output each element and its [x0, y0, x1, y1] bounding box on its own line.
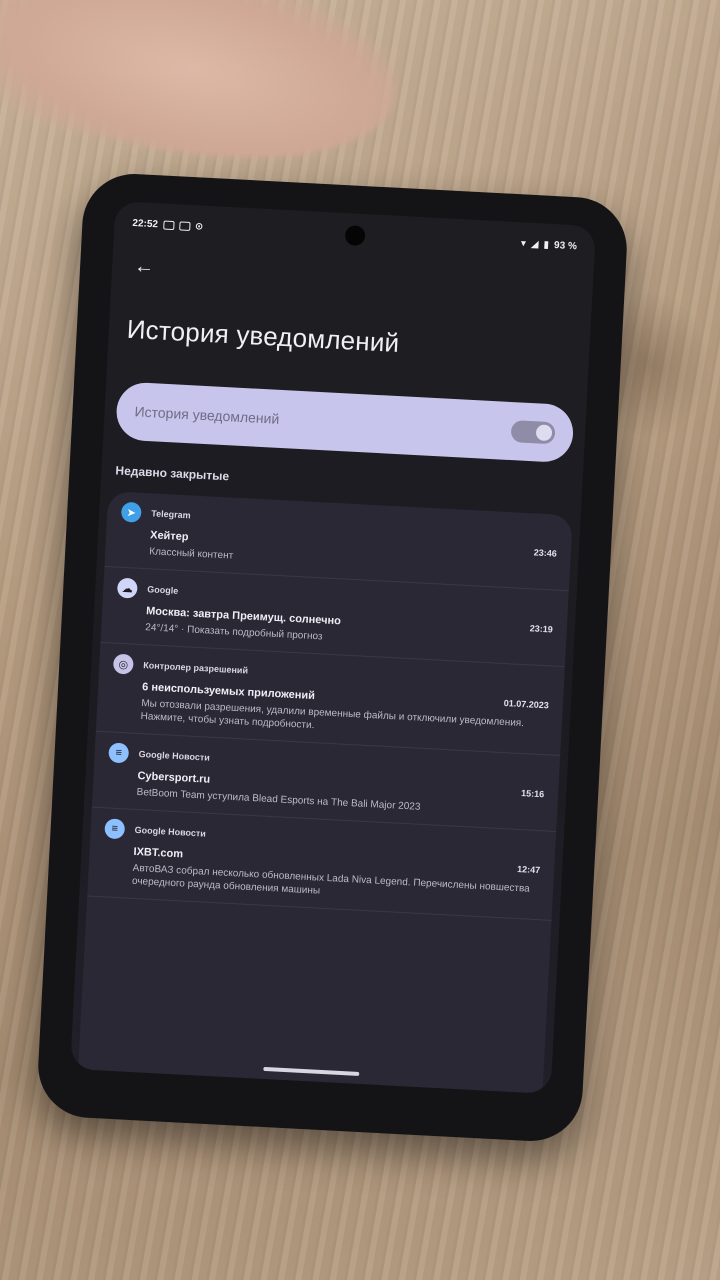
telegram-icon: ➤: [120, 501, 142, 523]
status-right: ▾ ◢ ▮ 93 %: [521, 238, 578, 252]
toggle-label: История уведомлений: [134, 403, 280, 427]
app-name: Google: [147, 584, 179, 596]
notification-history-toggle-card[interactable]: История уведомлений: [115, 381, 575, 464]
app-name: Контролер разрешений: [143, 660, 249, 676]
notification-time: 12:47: [516, 863, 541, 876]
status-left: 22:52 ⊙: [132, 217, 203, 232]
notification-icon: [178, 220, 191, 231]
notification-list: ➤ Telegram 23:46 Хейтер Классный контент…: [78, 491, 573, 1094]
front-camera: [344, 225, 366, 247]
switch-knob: [535, 424, 553, 442]
phone-screen: 22:52 ⊙ ▾ ◢ ▮ 93 % ← История уведомлений…: [70, 201, 596, 1095]
arrow-left-icon: ←: [133, 254, 155, 278]
app-name: Google Новости: [138, 748, 211, 763]
notification-history-switch[interactable]: [510, 420, 556, 445]
permissions-icon: ◎: [112, 653, 134, 675]
phone-frame: 22:52 ⊙ ▾ ◢ ▮ 93 % ← История уведомлений…: [35, 171, 630, 1144]
news-icon: ≡: [104, 818, 126, 840]
app-name: Telegram: [151, 508, 191, 521]
battery-icon: ▮: [543, 238, 550, 251]
status-time: 22:52: [132, 217, 159, 230]
news-icon: ≡: [108, 742, 130, 764]
page-title: История уведомлений: [126, 313, 401, 359]
notification-time: 15:16: [520, 788, 545, 800]
section-heading: Недавно закрытые: [115, 463, 230, 484]
wifi-icon: ▾: [520, 237, 527, 250]
notification-icon: [162, 220, 175, 230]
cloud-icon: ☁: [116, 577, 138, 599]
signal-icon: ◢: [530, 238, 539, 250]
notification-time: 23:19: [529, 623, 554, 635]
battery-level: 93 %: [553, 239, 578, 252]
back-button[interactable]: ←: [129, 252, 158, 281]
notification-time: 23:46: [533, 547, 558, 559]
app-name: Google Новости: [134, 824, 207, 839]
sync-icon: ⊙: [194, 220, 204, 233]
